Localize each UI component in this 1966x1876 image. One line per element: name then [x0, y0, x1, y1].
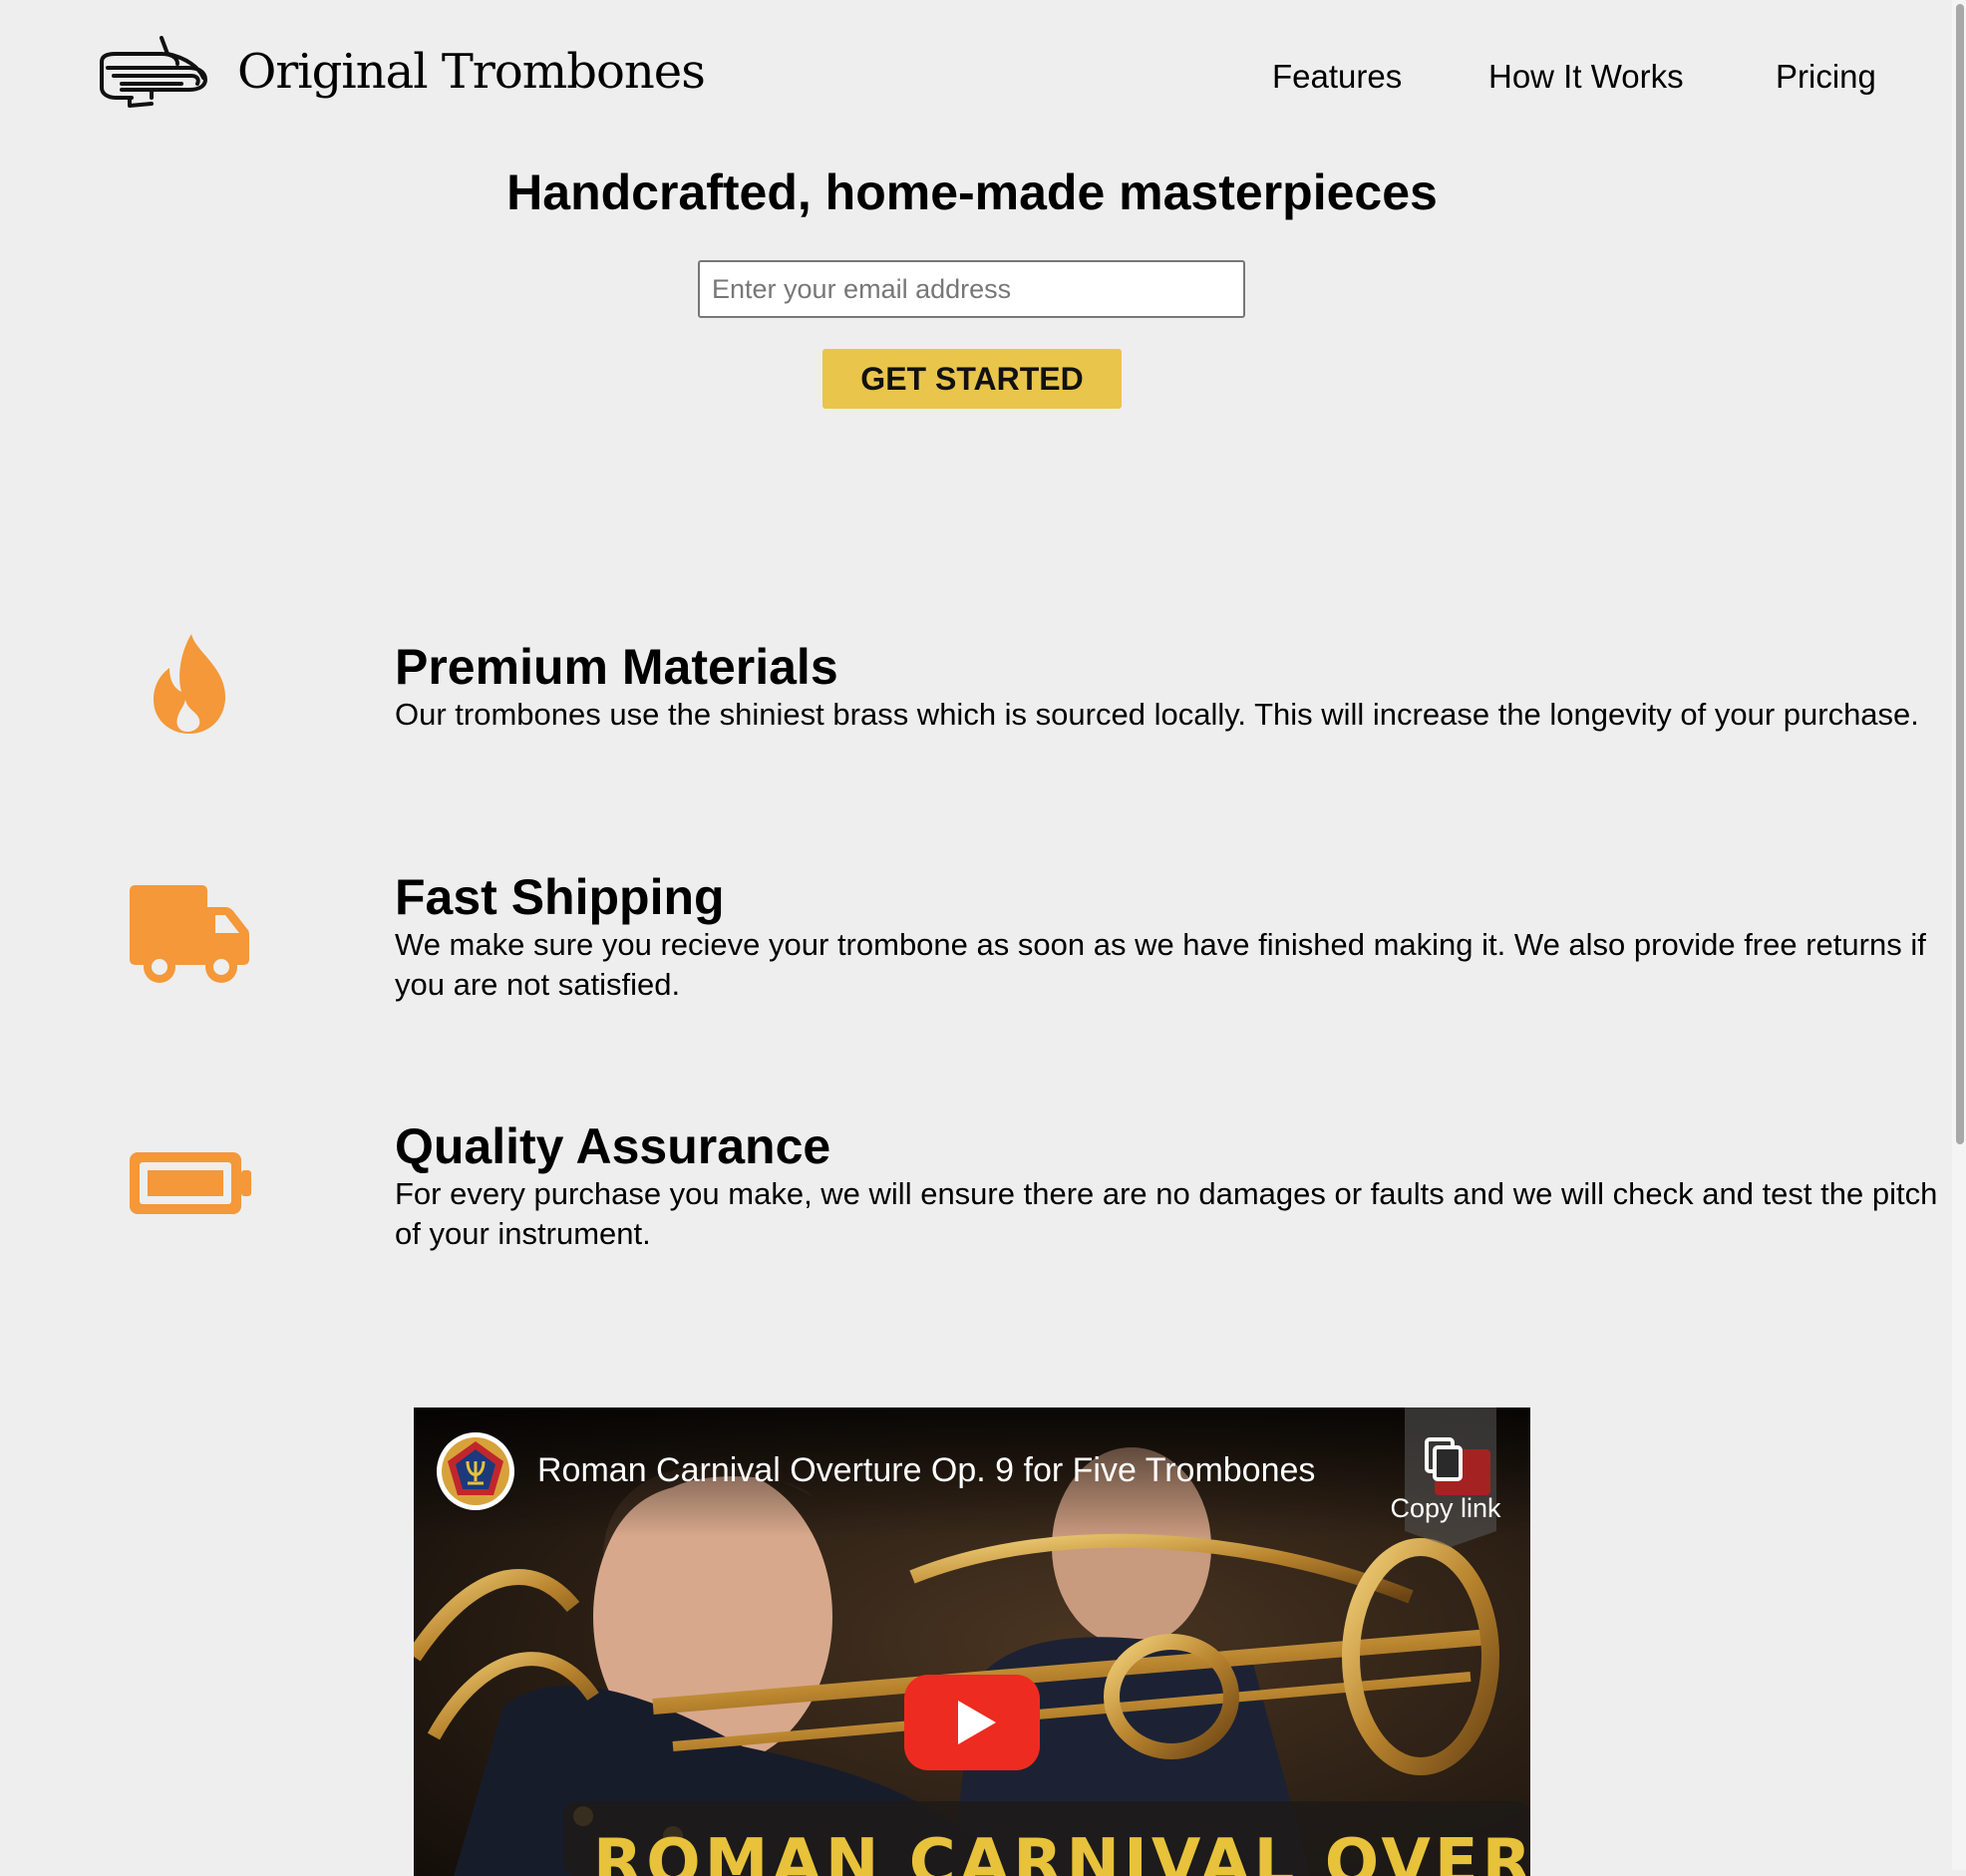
copy-link-icon[interactable]	[1391, 1407, 1510, 1547]
nav-link-how-it-works[interactable]: How It Works	[1488, 58, 1684, 96]
feature-description-fast-shipping: We make sure you recieve your trombone a…	[395, 927, 1926, 1002]
scrollbar-thumb[interactable]	[1956, 4, 1964, 1144]
trombone-icon	[100, 36, 207, 108]
nav-link-features[interactable]: Features	[1272, 58, 1402, 96]
hero-title: Handcrafted, home-made masterpieces	[506, 164, 1438, 220]
feature-title-fast-shipping: Fast Shipping	[395, 869, 725, 925]
get-started-button[interactable]: GET STARTED	[822, 349, 1122, 409]
video-caption: ROMAN CARNIVAL OVERTURE	[593, 1826, 1530, 1876]
nav-link-pricing[interactable]: Pricing	[1776, 58, 1876, 96]
site-header: Original Trombones Features How It Works…	[0, 0, 1966, 150]
video-title[interactable]: Roman Carnival Overture Op. 9 for Five T…	[537, 1451, 1315, 1490]
logo-text: Original Trombones	[237, 44, 706, 100]
channel-avatar-icon[interactable]	[436, 1431, 515, 1511]
play-icon[interactable]	[904, 1675, 1040, 1770]
copy-link-label[interactable]: Copy link	[1371, 1493, 1520, 1524]
feature-description-quality-assurance: For every purchase you make, we will ens…	[395, 1176, 1938, 1251]
truck-icon	[130, 885, 249, 983]
email-input[interactable]	[698, 260, 1245, 318]
feature-title-premium-materials: Premium Materials	[395, 639, 838, 695]
feature-title-quality-assurance: Quality Assurance	[395, 1118, 831, 1174]
video-embed[interactable]: Roman Carnival Overture Op. 9 for Five T…	[414, 1407, 1530, 1876]
fire-icon	[154, 634, 226, 734]
battery-full-icon	[130, 1152, 251, 1214]
feature-description-premium-materials: Our trombones use the shiniest brass whi…	[395, 697, 1919, 732]
